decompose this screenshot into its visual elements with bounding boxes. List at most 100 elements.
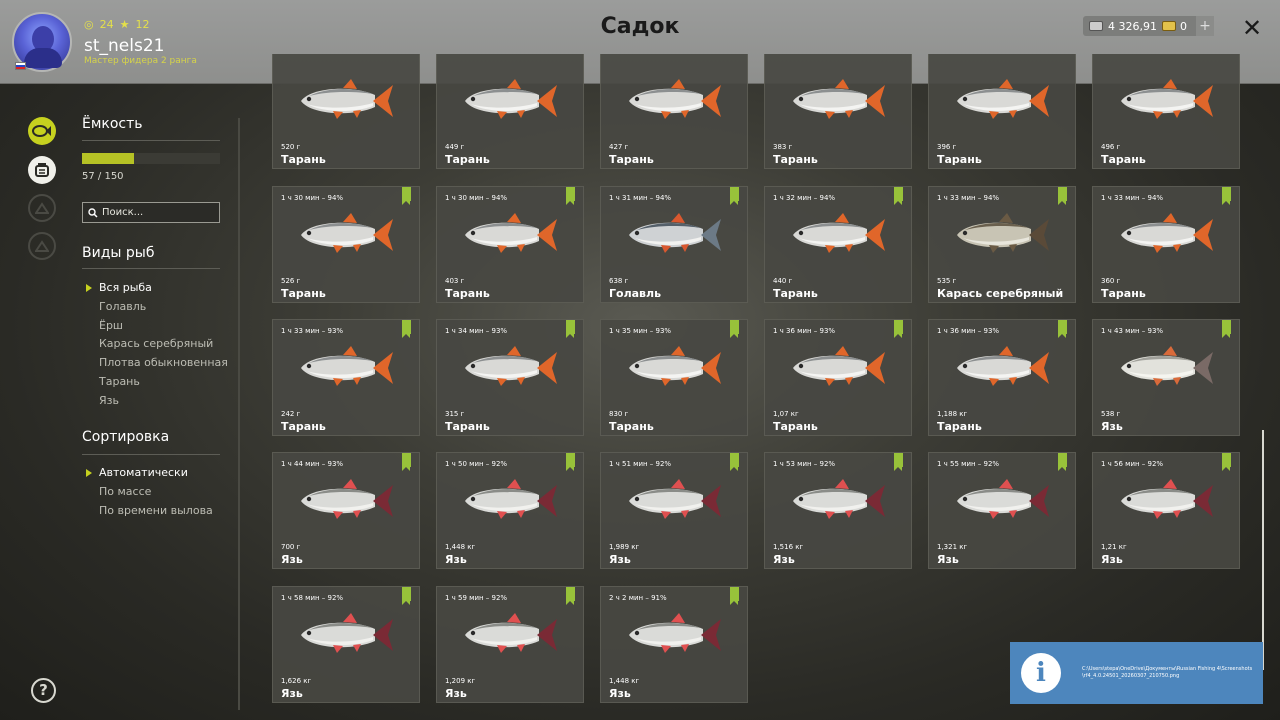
fish-image <box>465 479 557 519</box>
fish-card[interactable]: 1 ч 35 мин – 93% 830 г Тарань <box>600 319 748 436</box>
species-filter-item[interactable]: Вся рыба <box>86 279 228 298</box>
trophy-tab-icon[interactable] <box>28 194 56 222</box>
close-button[interactable]: ✕ <box>1242 14 1262 42</box>
home-tab-icon[interactable] <box>28 232 56 260</box>
bookmark-icon[interactable] <box>566 320 575 338</box>
catch-time: 1 ч 55 мин – 92% <box>937 460 1000 468</box>
species-filter-list: Вся рыба Голавль Ёрш Карась серебряный Плотв… <box>86 279 228 410</box>
fish-card[interactable]: 396 г Тарань <box>928 54 1076 169</box>
silver-coins-icon <box>1089 21 1103 31</box>
fish-name: Язь <box>281 553 303 566</box>
species-filter-item[interactable]: Плотва обыкновенная <box>86 354 228 373</box>
fish-card[interactable]: 1 ч 36 мин – 93% 1,188 кг Тарань <box>928 319 1076 436</box>
sort-option-item[interactable]: По массе <box>86 483 213 502</box>
bookmark-icon[interactable] <box>730 587 739 605</box>
fish-card[interactable]: 1 ч 33 мин – 94% 535 г Карась серебряный <box>928 186 1076 303</box>
fish-card[interactable]: 449 г Тарань <box>436 54 584 169</box>
fish-card[interactable]: 1 ч 30 мин – 94% 526 г Тарань <box>272 186 420 303</box>
fish-card[interactable]: 496 г Тарань <box>1092 54 1240 169</box>
bookmark-icon[interactable] <box>730 187 739 205</box>
fish-weight: 360 г <box>1101 277 1121 285</box>
bookmark-icon[interactable] <box>1222 453 1231 471</box>
fish-image <box>957 479 1049 519</box>
fish-card[interactable]: 1 ч 50 мин – 92% 1,448 кг Язь <box>436 452 584 569</box>
bookmark-icon[interactable] <box>402 453 411 471</box>
fish-card[interactable]: 1 ч 31 мин – 94% 638 г Голавль <box>600 186 748 303</box>
bookmark-icon[interactable] <box>1222 187 1231 205</box>
fish-image <box>301 79 393 119</box>
sort-option-item[interactable]: По времени вылова <box>86 502 213 521</box>
fish-weight: 242 г <box>281 410 301 418</box>
divider <box>82 454 220 455</box>
fish-card[interactable]: 1 ч 51 мин – 92% 1,989 кг Язь <box>600 452 748 569</box>
bookmark-icon[interactable] <box>894 453 903 471</box>
fish-card[interactable]: 1 ч 34 мин – 93% 315 г Тарань <box>436 319 584 436</box>
catch-time: 1 ч 56 мин – 92% <box>1101 460 1164 468</box>
species-filter-item[interactable]: Тарань <box>86 373 228 392</box>
fish-image <box>465 213 557 253</box>
fish-card[interactable]: 427 г Тарань <box>600 54 748 169</box>
fish-weight: 1,07 кг <box>773 410 799 418</box>
fish-card[interactable]: 1 ч 44 мин – 93% 700 г Язь <box>272 452 420 569</box>
bookmark-icon[interactable] <box>730 453 739 471</box>
help-button[interactable]: ? <box>31 678 56 703</box>
fish-card[interactable]: 1 ч 33 мин – 93% 242 г Тарань <box>272 319 420 436</box>
bookmark-icon[interactable] <box>730 320 739 338</box>
catch-time: 1 ч 35 мин – 93% <box>609 327 672 335</box>
fish-image <box>629 79 721 119</box>
keepnet-tab-icon[interactable] <box>28 156 56 184</box>
divider <box>82 140 220 141</box>
species-filter-item[interactable]: Голавль <box>86 298 228 317</box>
fish-image <box>629 346 721 386</box>
fish-image <box>629 613 721 653</box>
species-filter-item[interactable]: Карась серебряный <box>86 335 228 354</box>
add-gold-button[interactable]: + <box>1196 16 1214 36</box>
capacity-bar <box>82 153 220 164</box>
panel-divider <box>238 118 240 710</box>
fish-card[interactable]: 2 ч 2 мин – 91% 1,448 кг Язь <box>600 586 748 703</box>
species-filter-item[interactable]: Язь <box>86 392 228 411</box>
bookmark-icon[interactable] <box>402 187 411 205</box>
fish-card[interactable]: 1 ч 59 мин – 92% 1,209 кг Язь <box>436 586 584 703</box>
fish-weight: 1,448 кг <box>609 677 640 685</box>
species-filter-item[interactable]: Ёрш <box>86 317 228 336</box>
fish-card[interactable]: 1 ч 30 мин – 94% 403 г Тарань <box>436 186 584 303</box>
bookmark-icon[interactable] <box>1058 187 1067 205</box>
fish-card[interactable]: 520 г Тарань <box>272 54 420 169</box>
fish-card[interactable]: 1 ч 55 мин – 92% 1,321 кг Язь <box>928 452 1076 569</box>
bookmark-icon[interactable] <box>894 187 903 205</box>
bookmark-icon[interactable] <box>566 453 575 471</box>
bookmark-icon[interactable] <box>894 320 903 338</box>
search-field[interactable] <box>82 202 220 223</box>
bookmark-icon[interactable] <box>402 320 411 338</box>
fish-tab-icon[interactable] <box>28 117 56 145</box>
fish-card[interactable]: 1 ч 58 мин – 92% 1,626 кг Язь <box>272 586 420 703</box>
fish-name: Язь <box>445 553 467 566</box>
gold-value: 0 <box>1180 19 1187 33</box>
fish-image <box>1121 346 1213 386</box>
bookmark-icon[interactable] <box>1058 320 1067 338</box>
bookmark-icon[interactable] <box>566 187 575 205</box>
fish-card[interactable]: 1 ч 36 мин – 93% 1,07 кг Тарань <box>764 319 912 436</box>
bookmark-icon[interactable] <box>1058 453 1067 471</box>
fish-name: Язь <box>445 687 467 700</box>
fish-card[interactable]: 383 г Тарань <box>764 54 912 169</box>
bookmark-icon[interactable] <box>566 587 575 605</box>
fish-name: Тарань <box>281 420 326 433</box>
sort-option-item[interactable]: Автоматически <box>86 464 213 483</box>
scrollbar[interactable] <box>1262 430 1264 670</box>
bookmark-icon[interactable] <box>1222 320 1231 338</box>
fish-image <box>1121 479 1213 519</box>
fish-weight: 403 г <box>445 277 465 285</box>
fish-card[interactable]: 1 ч 32 мин – 94% 440 г Тарань <box>764 186 912 303</box>
fish-card[interactable]: 1 ч 43 мин – 93% 538 г Язь <box>1092 319 1240 436</box>
fish-card[interactable]: 1 ч 56 мин – 92% 1,21 кг Язь <box>1092 452 1240 569</box>
fish-name: Язь <box>1101 420 1123 433</box>
fish-weight: 520 г <box>281 143 301 151</box>
fish-name: Язь <box>281 687 303 700</box>
fish-card[interactable]: 1 ч 53 мин – 92% 1,516 кг Язь <box>764 452 912 569</box>
divider <box>82 268 220 269</box>
search-input[interactable] <box>102 207 212 218</box>
bookmark-icon[interactable] <box>402 587 411 605</box>
fish-card[interactable]: 1 ч 33 мин – 94% 360 г Тарань <box>1092 186 1240 303</box>
